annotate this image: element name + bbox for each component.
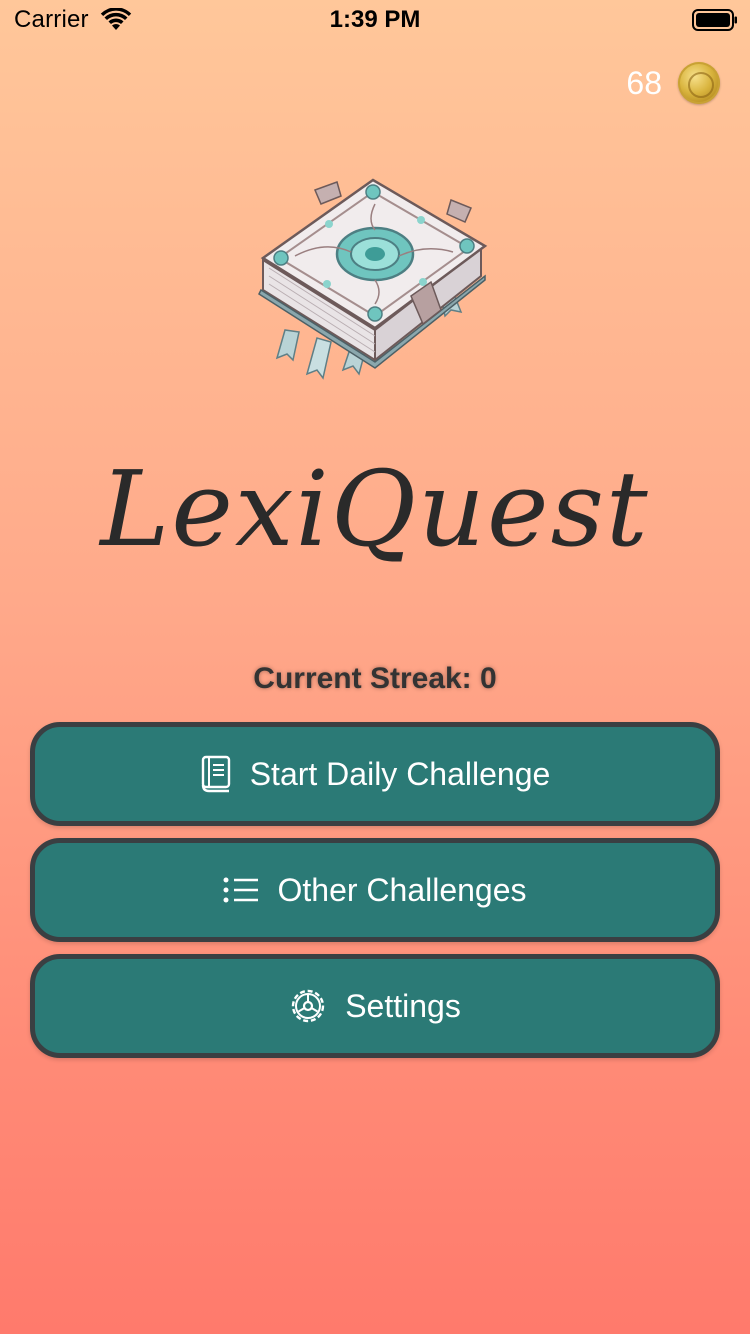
book-icon — [200, 755, 232, 793]
list-icon — [223, 876, 259, 904]
coin-count: 68 — [626, 64, 662, 101]
settings-label: Settings — [345, 987, 461, 1024]
book-illustration — [258, 178, 488, 380]
coin-icon — [678, 62, 720, 104]
settings-button[interactable]: Settings — [30, 954, 720, 1058]
start-daily-challenge-button[interactable]: Start Daily Challenge — [30, 722, 720, 826]
gear-icon — [289, 987, 327, 1025]
other-challenges-label: Other Challenges — [277, 871, 527, 908]
start-daily-challenge-label: Start Daily Challenge — [249, 755, 551, 792]
other-challenges-button[interactable]: Other Challenges — [30, 838, 720, 942]
app-title: LexiQuest — [100, 448, 650, 570]
coin-balance: 68 — [626, 62, 720, 104]
status-bar: Carrier 1:39 PM — [0, 0, 750, 40]
clock: 1:39 PM — [329, 6, 421, 33]
current-streak: Current Streak: 0 — [253, 662, 497, 695]
battery-icon — [692, 9, 737, 31]
